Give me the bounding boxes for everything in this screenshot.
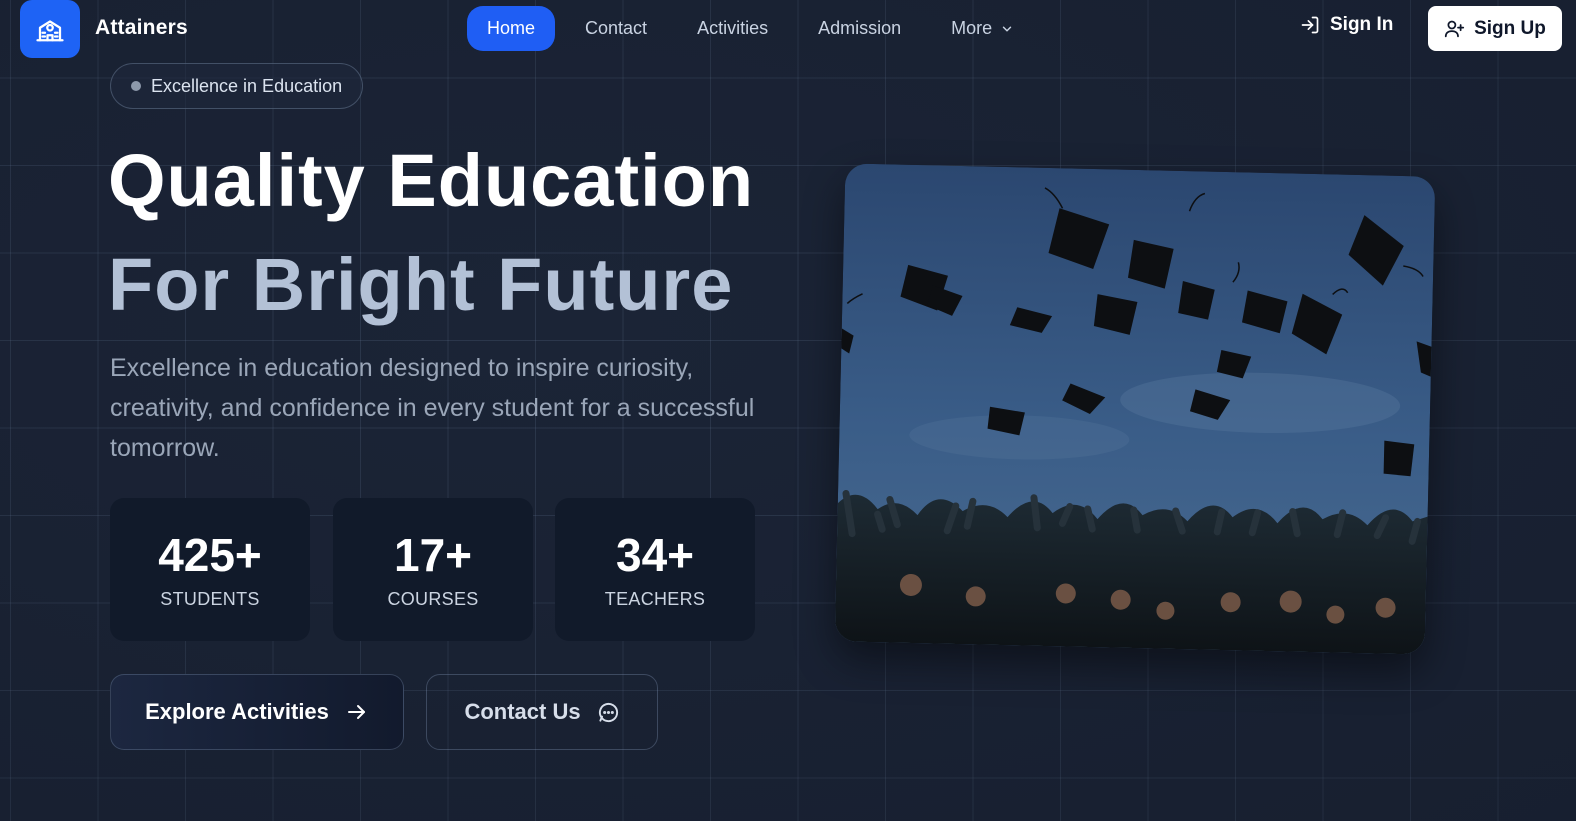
- hero-badge: Excellence in Education: [110, 63, 364, 109]
- explore-activities-button[interactable]: Explore Activities: [110, 674, 404, 750]
- sign-in-label: Sign In: [1330, 14, 1394, 35]
- brand-name[interactable]: Attainers: [95, 16, 188, 40]
- badge-dot: [131, 81, 141, 91]
- stat-value: 34+: [615, 529, 695, 581]
- nav-item-label: More: [951, 18, 993, 38]
- stat-value: 17+: [393, 529, 473, 581]
- stat-value: 425+: [158, 529, 262, 581]
- nav-item-home[interactable]: Home: [467, 6, 556, 51]
- stat-label: COURSES: [387, 589, 479, 609]
- main-nav: Home Contact Activities Admission More: [467, 6, 1039, 51]
- stat-label: STUDENTS: [160, 589, 260, 609]
- user-plus-icon: [1444, 20, 1465, 38]
- hero-title-line-1: Quality Education: [108, 139, 755, 222]
- stat-label: TEACHERS: [604, 589, 706, 609]
- nav-item-activities[interactable]: Activities: [672, 6, 793, 51]
- hero-graduation-image: [834, 163, 1436, 655]
- chevron-down-icon: [1002, 26, 1012, 31]
- nav-item-label: Home: [487, 18, 536, 38]
- nav-item-more[interactable]: More: [926, 6, 1039, 51]
- sign-in-button[interactable]: Sign In: [1300, 14, 1393, 36]
- chat-icon: [598, 702, 618, 722]
- sign-up-button[interactable]: Sign Up: [1428, 6, 1562, 51]
- contact-us-button[interactable]: Contact Us: [426, 674, 658, 750]
- nav-item-label: Activities: [697, 18, 769, 38]
- contact-us-label: Contact Us: [464, 699, 581, 724]
- sign-in-icon: [1301, 16, 1319, 34]
- nav-item-label: Contact: [585, 18, 648, 38]
- nav-item-admission[interactable]: Admission: [793, 6, 926, 51]
- nav-item-label: Admission: [818, 18, 902, 38]
- school-icon: [36, 20, 64, 42]
- sign-up-label: Sign Up: [1474, 17, 1546, 39]
- badge-label: Excellence in Education: [151, 75, 343, 96]
- hero-title-line-2: For Bright Future: [108, 243, 734, 326]
- logo-button[interactable]: [20, 0, 80, 58]
- stat-card-courses: 17+ COURSES: [333, 498, 533, 641]
- hero-description: Excellence in education designed to insp…: [110, 354, 755, 462]
- stat-card-students: 425+ STUDENTS: [110, 498, 310, 641]
- nav-item-contact[interactable]: Contact: [560, 6, 672, 51]
- explore-activities-label: Explore Activities: [145, 699, 329, 724]
- stat-card-teachers: 34+ TEACHERS: [555, 498, 755, 641]
- arrow-right-icon: [347, 705, 365, 719]
